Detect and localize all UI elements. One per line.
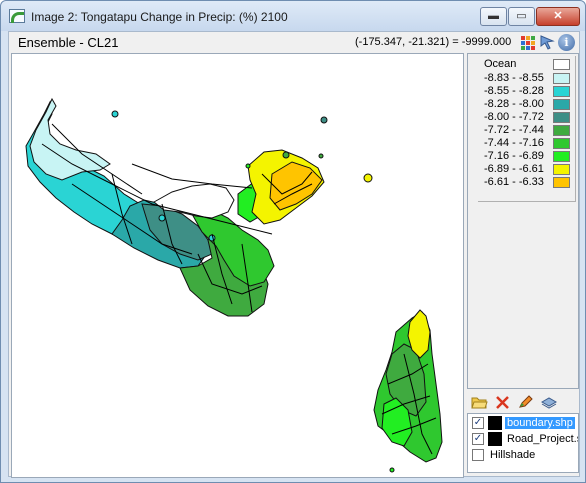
legend-item-swatch [553,86,570,97]
layer-toolbar [467,391,579,413]
layer-name[interactable]: Road_Project.sl [505,433,578,445]
legend-panel: Ocean -8.83 - -8.55 -8.55 - -8.28 -8.28 - … [467,53,579,389]
layer-row[interactable]: Hillshade [470,448,578,463]
legend-item-label: -8.00 - -7.72 [484,111,544,123]
delete-icon[interactable] [494,394,511,410]
legend-ocean-swatch [553,59,570,70]
legend-item-swatch [553,151,570,162]
islet-4 [318,153,324,159]
island-west-lightcyan [29,97,111,181]
legend-item-swatch [553,112,570,123]
info-bar: Ensemble - CL21 (-175.347, -21.321) = -9… [9,32,579,52]
info-icon[interactable]: i [558,34,575,51]
open-folder-icon[interactable] [471,394,488,410]
minimize-button[interactable]: ▬ [480,7,507,26]
legend-item: -8.28 - -8.00 [484,98,572,110]
layer-swatch [488,432,502,446]
layer-visibility-checkbox[interactable]: ✓ [472,417,484,429]
app-icon [9,9,25,23]
map-canvas[interactable] [11,53,464,478]
layers-list: ✓ boundary.shp ✓ Road_Project.sl Hillshade [467,413,579,473]
islet-8 [389,467,395,473]
layer-row[interactable]: ✓ Road_Project.sl [470,432,578,447]
app-window: Image 2: Tongatapu Change in Precip: (%)… [0,0,586,483]
islet-1 [111,110,119,118]
islet-6 [158,214,166,222]
legend-item: -7.44 - -7.16 [484,137,572,149]
layer-visibility-checkbox[interactable] [472,449,484,461]
legend-item-swatch [553,138,570,149]
legend-item-swatch [553,73,570,84]
layer-row[interactable]: ✓ boundary.shp [470,416,578,431]
legend-item: -8.00 - -7.72 [484,111,572,123]
client-area: Ensemble - CL21 (-175.347, -21.321) = -9… [8,31,580,478]
islet-9 [245,163,251,169]
layer-properties-icon[interactable] [540,394,557,410]
legend-item-label: -8.55 - -8.28 [484,85,544,97]
map-drawing[interactable] [12,54,463,477]
legend-item: -8.83 - -8.55 [484,72,572,84]
legend-item: -6.61 - -6.33 [484,176,572,188]
legend-item-swatch [553,99,570,110]
maximize-button[interactable]: ▭ [508,7,535,26]
legend-item-label: -7.16 - -6.89 [484,150,544,162]
legend-item-label: -7.44 - -7.16 [484,137,544,149]
coordinate-readout: (-175.347, -21.321) = -9999.000 [355,36,512,48]
legend-item: -6.89 - -6.61 [484,163,572,175]
legend-item-swatch [553,177,570,188]
edit-pencil-icon[interactable] [517,394,534,410]
layer-name[interactable]: Hillshade [488,449,537,461]
islet-3 [282,151,290,159]
window-title: Image 2: Tongatapu Change in Precip: (%)… [31,10,288,24]
legend-item-label: -8.83 - -8.55 [484,72,544,84]
title-bar[interactable]: Image 2: Tongatapu Change in Precip: (%)… [1,1,585,31]
legend-item: -8.55 - -8.28 [484,85,572,97]
legend-item: -7.16 - -6.89 [484,150,572,162]
legend-item-label: -6.61 - -6.33 [484,176,544,188]
close-button[interactable]: ✕ [536,7,580,26]
color-grid-icon[interactable] [519,34,535,50]
legend: Ocean -8.83 - -8.55 -8.55 - -8.28 -8.28 - … [478,56,576,202]
layer-name[interactable]: boundary.shp [505,417,575,429]
legend-item-label: -8.28 - -8.00 [484,98,544,110]
legend-item: -7.72 - -7.44 [484,124,572,136]
legend-item-swatch [553,125,570,136]
legend-item-label: -7.72 - -7.44 [484,124,544,136]
legend-item-swatch [553,164,570,175]
legend-ocean-row [484,58,572,70]
islet-5 [363,173,373,183]
arrow-cursor-icon[interactable] [539,34,555,50]
layer-visibility-checkbox[interactable]: ✓ [472,433,484,445]
legend-item-label: -6.89 - -6.61 [484,163,544,175]
ensemble-label: Ensemble - CL21 [18,35,119,50]
islet-2 [320,116,328,124]
layer-swatch [488,416,502,430]
